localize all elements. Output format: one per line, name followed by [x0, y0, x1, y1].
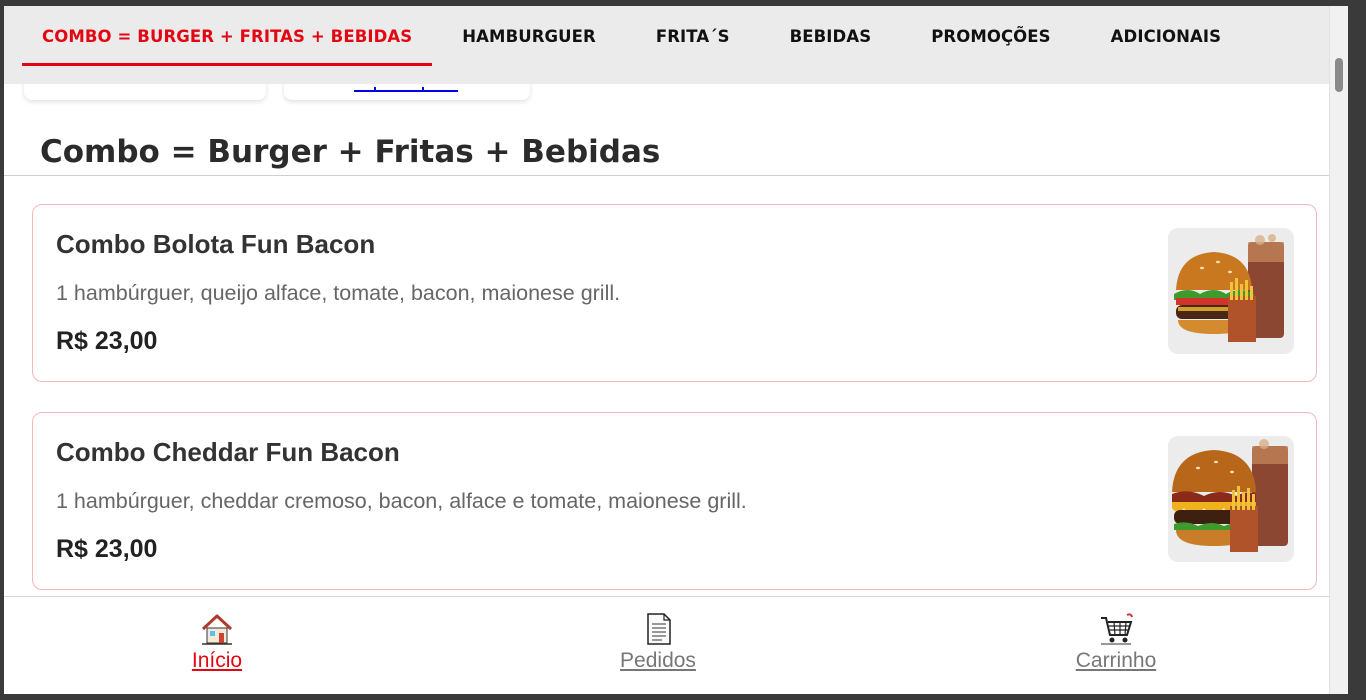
tab-hamburguer[interactable]: HAMBURGUER — [432, 6, 626, 66]
bottom-nav-carrinho[interactable]: Carrinho — [1016, 611, 1216, 673]
cart-icon — [1101, 613, 1133, 645]
product-card[interactable]: Combo Cheddar Fun Bacon 1 hambúrguer, ch… — [32, 412, 1317, 590]
document-icon — [647, 613, 671, 645]
scrollbar[interactable] — [1329, 6, 1348, 694]
bottom-nav-pedidos[interactable]: Pedidos — [558, 611, 758, 673]
product-card[interactable]: Combo Bolota Fun Bacon 1 hambúrguer, que… — [32, 204, 1317, 382]
product-name: Combo Bolota Fun Bacon — [56, 229, 376, 259]
tab-fritas[interactable]: FRITA´S — [626, 6, 760, 66]
bottom-nav: Início Pedidos Carrinho — [4, 596, 1348, 694]
product-description: 1 hambúrguer, cheddar cremoso, bacon, al… — [56, 489, 747, 513]
tab-bebidas[interactable]: BEBIDAS — [760, 6, 902, 66]
app-window: COMBO = BURGER + FRITAS + BEBIDAS HAMBUR… — [4, 6, 1348, 694]
burger-combo-image — [1168, 436, 1294, 562]
section-divider — [4, 175, 1348, 176]
product-name: Combo Cheddar Fun Bacon — [56, 437, 400, 467]
product-price: R$ 23,00 — [56, 535, 158, 563]
product-price: R$ 23,00 — [56, 327, 158, 355]
tab-promocoes[interactable]: PROMOÇÕES — [901, 6, 1080, 66]
category-nav: COMBO = BURGER + FRITAS + BEBIDAS HAMBUR… — [4, 6, 1348, 84]
product-description: 1 hambúrguer, queijo alface, tomate, bac… — [56, 281, 621, 305]
bottom-nav-label: Carrinho — [1075, 649, 1157, 672]
bottom-nav-label: Início — [191, 649, 243, 672]
tab-adicionais[interactable]: ADICIONAIS — [1081, 6, 1251, 66]
bottom-nav-label: Pedidos — [620, 649, 696, 672]
scrollbar-thumb[interactable] — [1335, 58, 1343, 92]
home-icon — [201, 614, 233, 645]
section-title: Combo = Burger + Fritas + Bebidas — [40, 134, 661, 170]
tab-combo[interactable]: COMBO = BURGER + FRITAS + BEBIDAS — [22, 6, 433, 66]
burger-combo-image — [1168, 228, 1294, 354]
bottom-nav-inicio[interactable]: Início — [117, 611, 317, 673]
